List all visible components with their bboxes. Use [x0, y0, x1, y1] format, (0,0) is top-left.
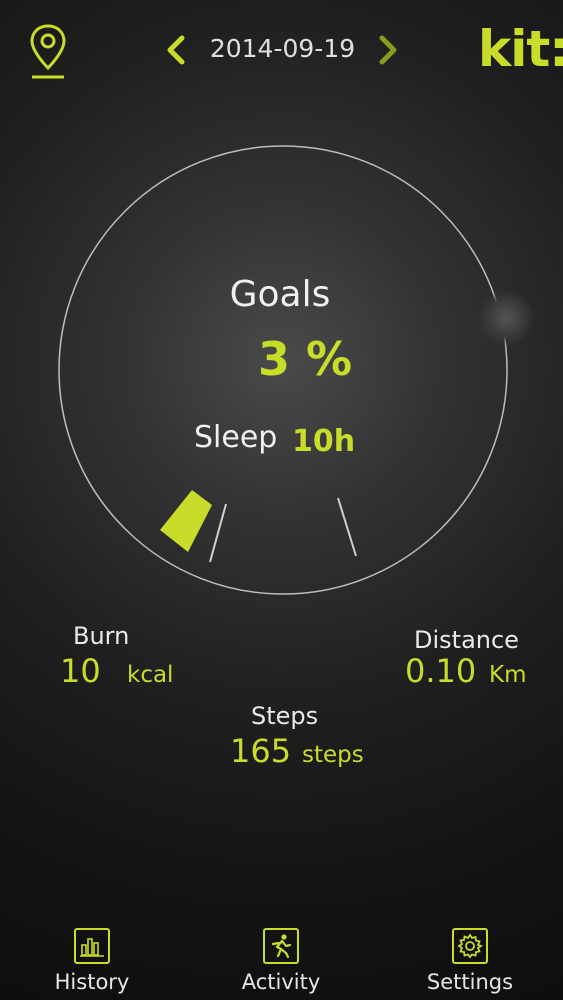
nav-settings[interactable]: Settings: [425, 928, 515, 998]
next-day-button[interactable]: [370, 30, 404, 70]
bar-chart-icon: [74, 928, 110, 964]
dial-progress-marker: [160, 490, 212, 552]
goal-dial: [58, 145, 508, 595]
gear-icon: [452, 928, 488, 964]
burn-label: Burn: [73, 622, 130, 650]
current-date: 2014-09-19: [209, 34, 356, 63]
steps-value: 165: [230, 732, 292, 770]
goals-label: Goals: [229, 274, 331, 315]
nav-settings-label: Settings: [426, 970, 514, 994]
nav-history-label: History: [54, 970, 130, 994]
brand-logo: kit:: [478, 20, 563, 78]
steps-label: Steps: [251, 702, 319, 730]
distance-label: Distance: [414, 626, 519, 654]
goals-percentage: 3 %: [257, 332, 353, 386]
nav-activity-label: Activity: [241, 970, 321, 994]
runner-icon: [263, 928, 299, 964]
sleep-value: 10h: [292, 424, 356, 459]
steps-unit: steps: [302, 742, 364, 768]
sleep-label: Sleep: [194, 420, 278, 455]
nav-history[interactable]: History: [52, 928, 132, 998]
chevron-left-icon: [167, 35, 185, 65]
distance-value: 0.10: [405, 652, 477, 690]
burn-unit: kcal: [127, 662, 174, 688]
distance-unit: Km: [489, 662, 527, 688]
dial-tick-right: [337, 497, 357, 557]
burn-value: 10: [60, 652, 101, 690]
chevron-right-icon: [379, 35, 397, 65]
previous-day-button[interactable]: [160, 30, 194, 70]
nav-activity[interactable]: Activity: [238, 928, 324, 998]
dial-tick-left: [209, 503, 227, 563]
dial-handle[interactable]: [478, 290, 534, 346]
location-pin-icon[interactable]: [26, 22, 70, 82]
